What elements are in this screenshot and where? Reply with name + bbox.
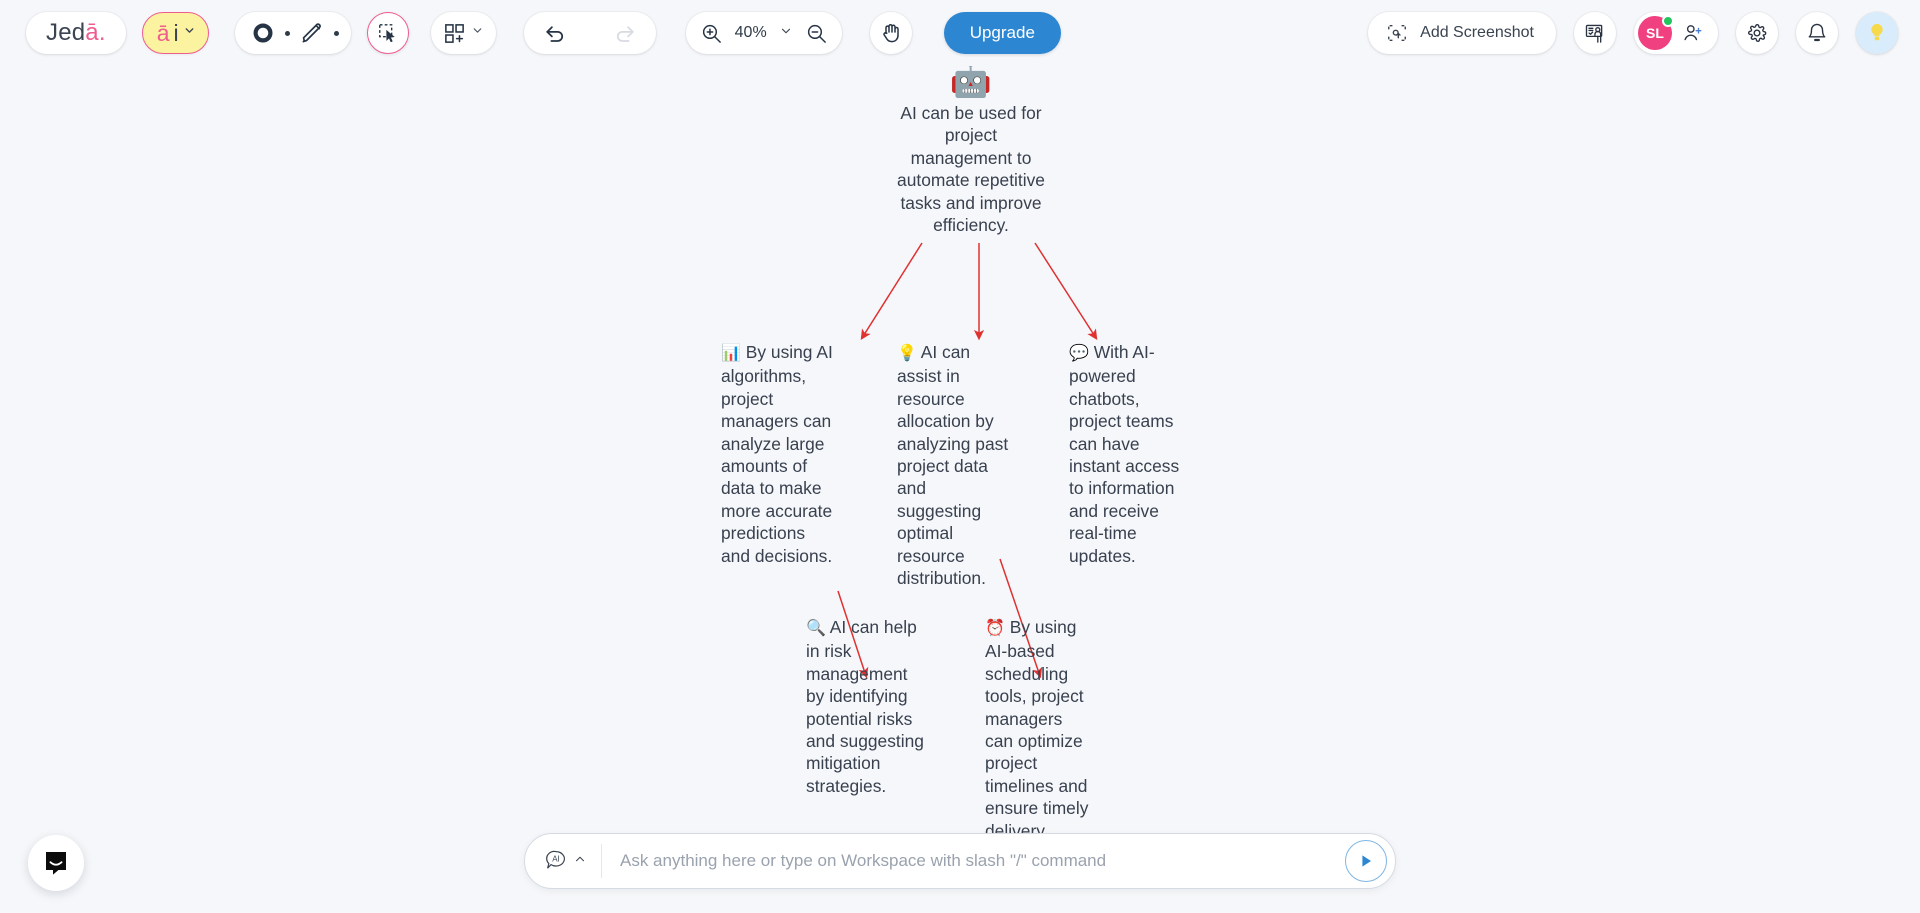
ai-pill-a: ā [156,19,170,46]
zoom-in-icon [702,24,721,43]
mindmap-node-a[interactable]: 📊 By using AI algorithms, project manage… [721,341,837,567]
add-person-icon [1684,25,1702,41]
arrow-root-to-a [860,242,923,341]
avatar[interactable]: SL [1638,15,1674,50]
shape-circle-icon[interactable] [247,21,279,45]
add-frame-icon [444,23,464,43]
history-group [523,12,656,54]
pan-tool-button[interactable] [869,12,912,54]
mindmap-node-e-text: By using AI-based scheduling tools, proj… [985,617,1089,841]
zoom-out-button[interactable] [805,22,828,45]
mindmap-canvas[interactable]: 🤖 AI can be used for project management … [0,66,1920,913]
ai-model-selector[interactable]: AI [543,848,587,874]
shape-options-dot[interactable] [284,30,290,36]
chevron-down-icon [183,24,196,42]
send-button[interactable] [1345,840,1387,882]
lightbulb-emoji: 💡 [897,345,917,362]
prompt-input[interactable] [618,850,1333,872]
notifications-button[interactable] [1796,12,1838,54]
present-button[interactable] [1574,12,1616,54]
add-frame-button[interactable] [430,12,496,54]
mindmap-node-b[interactable]: 💡 AI can assist in resource allocation b… [897,341,1009,589]
screenshot-icon [1388,24,1407,42]
mindmap-node-d-text: AI can help in risk management by identi… [806,617,924,796]
upgrade-button[interactable]: Upgrade [943,12,1061,54]
presence-indicator [1662,15,1674,27]
bar-chart-emoji: 📊 [721,345,741,362]
add-screenshot-label: Add Screenshot [1420,24,1534,41]
undo-icon [545,25,563,42]
mindmap-node-e[interactable]: ⏰ By using AI-based scheduling tools, pr… [985,616,1095,842]
lightbulb-icon [1871,23,1883,41]
drawing-tools-group [234,12,351,54]
chat-launcher-button[interactable] [28,835,84,891]
undo-button[interactable] [542,21,567,46]
toolbar-right-group: Add Screenshot SL [1368,12,1898,54]
collaborators-group: SL [1634,12,1718,54]
prompt-divider [601,844,602,878]
intercom-chat-icon [46,852,66,875]
logo-text-jed: Jed [46,19,86,46]
zoom-out-icon [807,24,826,43]
speech-balloon-emoji: 💬 [1069,345,1089,362]
logo-text-a: ā [85,19,99,46]
select-tool-button[interactable] [366,12,409,54]
redo-button[interactable] [613,21,638,46]
app-logo[interactable]: Jed ā. [26,12,126,54]
chevron-up-icon [573,852,587,871]
mindmap-node-b-text: AI can assist in resource allocation by … [897,342,1009,589]
mindmap-node-root-text: AI can be used for project management to… [897,103,1045,236]
marquee-select-icon [378,24,395,43]
mindmap-node-a-text: By using AI algorithms, project managers… [721,342,833,566]
arrow-root-to-c [1034,242,1098,341]
mindmap-node-d[interactable]: 🔍 AI can help in risk management by iden… [806,616,924,797]
redo-icon [616,25,634,42]
hand-icon [882,24,899,43]
top-toolbar: Jed ā. ā i 40% Upgrade Add Screenshot SL [0,0,1920,66]
chevron-down-icon [471,24,484,42]
robot-emoji: 🤖 [949,66,993,99]
presentation-icon [1585,24,1602,43]
add-screenshot-button[interactable]: Add Screenshot [1368,12,1556,54]
invite-user-button[interactable] [1682,22,1704,44]
ai-pill-i: i [173,19,179,46]
ai-bubble-icon: AI [546,850,565,869]
alarm-clock-emoji: ⏰ [985,620,1005,637]
zoom-level-label[interactable]: 40% [735,24,767,42]
pen-icon[interactable] [296,21,328,45]
zoom-group: 40% [685,12,842,54]
mindmap-node-root[interactable]: 🤖 AI can be used for project management … [894,66,1048,236]
bell-icon [1808,23,1826,42]
avatar-initials: SL [1646,25,1664,41]
logo-text-dot: . [98,19,106,46]
chevron-down-icon[interactable] [779,24,793,43]
zoom-in-button[interactable] [700,22,723,45]
ai-mode-button[interactable]: ā i [141,12,209,54]
gear-icon [1748,24,1767,42]
mindmap-node-c[interactable]: 💬 With AI-powered chatbots, project team… [1069,341,1187,567]
svg-text:AI: AI [552,854,560,863]
mindmap-node-c-text: With AI-powered chatbots, project teams … [1069,342,1180,566]
send-play-icon [1362,855,1371,867]
tips-button[interactable] [1856,12,1898,54]
pen-options-dot[interactable] [333,30,339,36]
settings-button[interactable] [1736,12,1778,54]
magnifying-glass-emoji: 🔍 [806,620,826,637]
prompt-bar: AI [524,833,1396,889]
